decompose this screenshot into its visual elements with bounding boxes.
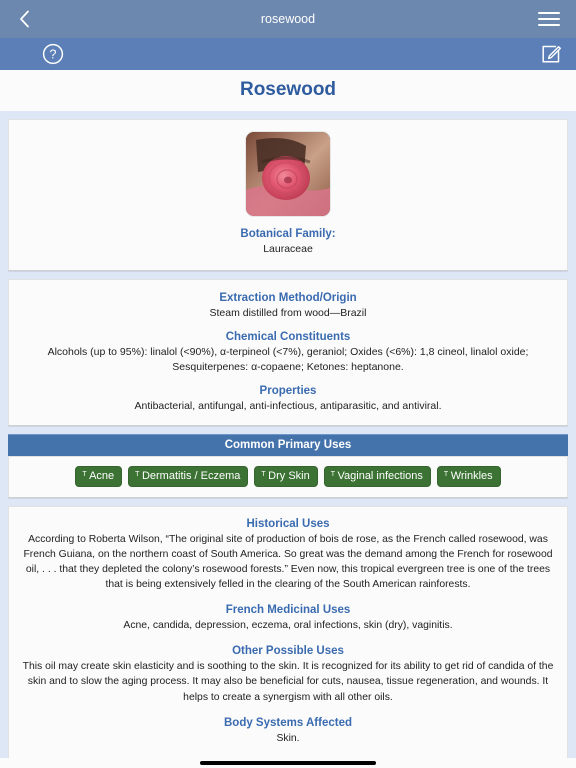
oil-info-card: Extraction Method/Origin Steam distilled… — [8, 279, 568, 426]
body-systems-affected-value: Skin. — [276, 732, 300, 744]
primary-use-tag[interactable]: T Acne — [75, 465, 123, 487]
help-button[interactable]: ? — [42, 43, 64, 65]
tag-label: Vaginal infections — [337, 469, 423, 482]
tag-label: Wrinkles — [450, 469, 493, 482]
historical-uses-block: Historical Uses According to Roberta Wil… — [21, 518, 555, 592]
extraction-method-label: Extraction Method/Origin — [219, 292, 357, 305]
historical-uses-label: Historical Uses — [246, 517, 330, 530]
other-possible-uses-value: This oil may create skin elasticity and … — [22, 661, 554, 703]
other-possible-uses-label: Other Possible Uses — [232, 645, 344, 658]
tag-prefix: T — [443, 470, 449, 478]
compose-edit-icon — [542, 45, 561, 63]
tag-prefix: T — [261, 470, 266, 478]
back-chevron-icon — [19, 10, 29, 28]
tag-label: Dry Skin — [268, 469, 310, 482]
hamburger-line — [538, 18, 560, 20]
properties-label: Properties — [259, 384, 317, 397]
primary-use-tag[interactable]: T Dermatitis / Eczema — [128, 465, 249, 487]
french-medicinal-uses-value: Acne, candida, depression, eczema, oral … — [123, 620, 453, 632]
home-indicator[interactable] — [200, 761, 376, 765]
tag-prefix: T — [82, 470, 87, 478]
svg-text:?: ? — [50, 48, 57, 62]
botanical-family-label: Botanical Family: — [240, 228, 336, 240]
chemical-constituents-value: Alcohols (up to 95%): linalol (<90%), α-… — [47, 346, 529, 373]
hamburger-menu-icon[interactable] — [538, 8, 562, 30]
question-mark-circle-icon: ? — [42, 43, 64, 65]
back-button[interactable] — [14, 7, 34, 31]
botanical-family-card: Botanical Family: Lauraceae — [8, 119, 568, 272]
navbar-title: rosewood — [260, 12, 316, 26]
primary-use-tag[interactable]: T Wrinkles — [436, 465, 501, 487]
tag-label: Acne — [89, 469, 115, 482]
compose-button[interactable] — [540, 43, 562, 65]
secondary-toolbar: ? — [0, 38, 576, 70]
rosewood-log-illustration — [246, 132, 330, 216]
tag-prefix: T — [135, 470, 140, 478]
rosewood-log-photo — [246, 132, 330, 216]
chemical-constituents-block: Chemical Constituents Alcohols (up to 95… — [23, 331, 553, 373]
french-medicinal-uses-label: French Medicinal Uses — [225, 604, 351, 617]
primary-use-tag[interactable]: T Vaginal infections — [323, 465, 431, 487]
tag-prefix: T — [330, 470, 335, 478]
home-indicator-bar — [0, 758, 576, 768]
body-systems-affected-label: Body Systems Affected — [223, 716, 353, 729]
extraction-method-value: Steam distilled from wood—Brazil — [209, 307, 367, 320]
hamburger-line — [538, 12, 560, 14]
botanical-family-value: Lauraceae — [263, 243, 313, 255]
common-primary-uses-tags: T Acne T Dermatitis / Eczema T Dry Skin T Vagin… — [8, 455, 568, 498]
body-systems-affected-block: Body Systems Affected Skin. — [21, 717, 555, 746]
primary-use-tag[interactable]: T Dry Skin — [254, 465, 318, 487]
extraction-method-block: Extraction Method/Origin Steam distilled… — [23, 292, 553, 320]
page-title-card: Rosewood — [0, 70, 576, 111]
other-possible-uses-block: Other Possible Uses This oil may create … — [21, 645, 555, 704]
properties-block: Properties Antibacterial, antifungal, an… — [23, 385, 553, 413]
scroll-content[interactable]: Rosewood Botanical Family: Lauraceae Ext… — [0, 70, 576, 758]
hamburger-line — [538, 24, 560, 26]
historical-uses-value: According to Roberta Wilson, “The origin… — [23, 533, 553, 591]
page-title: Rosewood — [239, 79, 337, 100]
detailed-uses-card: Historical Uses According to Roberta Wil… — [8, 505, 568, 758]
chemical-constituents-label: Chemical Constituents — [225, 331, 351, 344]
french-medicinal-uses-block: French Medicinal Uses Acne, candida, dep… — [21, 604, 555, 633]
common-primary-uses-header: Common Primary Uses — [8, 433, 568, 456]
top-navigation-bar: rosewood — [0, 0, 576, 38]
tag-label: Dermatitis / Eczema — [141, 469, 241, 482]
properties-value: Antibacterial, antifungal, anti-infectio… — [134, 399, 442, 412]
